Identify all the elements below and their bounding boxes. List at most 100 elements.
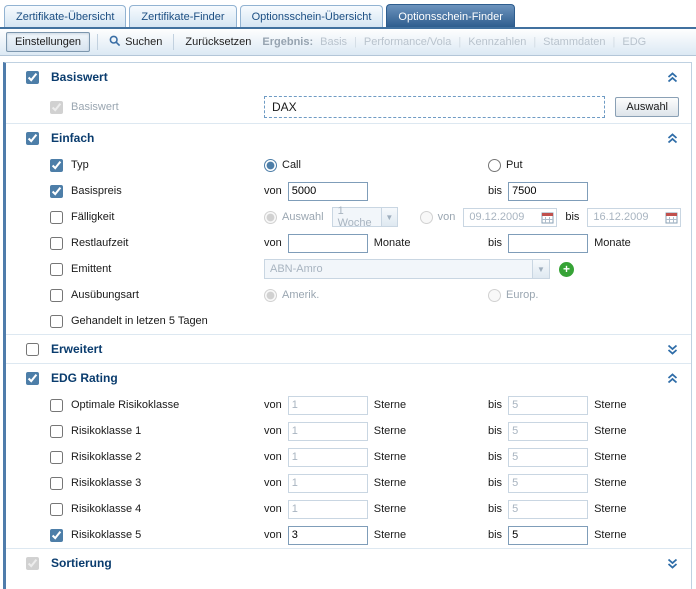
von-radio-label: von <box>438 211 456 223</box>
von-input[interactable] <box>288 396 368 415</box>
expand-down-icon[interactable] <box>666 343 679 356</box>
restlaufzeit-label: Restlaufzeit <box>71 237 128 249</box>
von-label: von <box>264 399 282 411</box>
von-input[interactable] <box>288 500 368 519</box>
collapse-up-icon[interactable] <box>666 132 679 145</box>
basispreis-von-input[interactable] <box>288 182 368 201</box>
basiswert-row: Basiswert DAX Auswahl <box>6 91 691 123</box>
section-einfach: Einfach Typ Call Put <box>6 123 691 334</box>
emittent-checkbox[interactable] <box>50 263 63 276</box>
ausuebungsart-checkbox[interactable] <box>50 289 63 302</box>
bis-label: bis <box>488 503 502 515</box>
woche-select-value: 1 Woche <box>338 205 377 229</box>
emittent-select[interactable]: ABN-Amro ▼ <box>264 259 550 279</box>
bis-input[interactable] <box>508 448 588 467</box>
einfach-section-checkbox[interactable] <box>26 132 39 145</box>
result-link-basis[interactable]: Basis <box>320 36 347 48</box>
woche-select[interactable]: 1 Woche ▼ <box>332 207 398 227</box>
sterne-label: Sterne <box>594 503 626 515</box>
pipe-divider: | <box>533 36 536 48</box>
bis-label: bis <box>565 211 579 223</box>
expand-down-icon[interactable] <box>666 557 679 570</box>
result-link-stammdaten[interactable]: Stammdaten <box>543 36 605 48</box>
row-label: Risikoklasse 2 <box>71 451 141 463</box>
bis-input[interactable] <box>508 422 588 441</box>
tab-zertifikate-uebersicht[interactable]: Zertifikate-Übersicht <box>4 5 126 27</box>
typ-checkbox[interactable] <box>50 159 63 172</box>
erweitert-section-checkbox[interactable] <box>26 343 39 356</box>
tab-optionsschein-finder[interactable]: Optionsschein-Finder <box>386 4 515 27</box>
faelligkeit-row: Fälligkeit Auswahl 1 Woche ▼ von 09.12.2… <box>6 204 691 230</box>
row-label: Risikoklasse 3 <box>71 477 141 489</box>
von-label: von <box>264 237 282 249</box>
basiswert-title: Basiswert <box>51 70 108 84</box>
bis-input[interactable] <box>508 396 588 415</box>
sterne-label: Sterne <box>374 399 406 411</box>
sterne-label: Sterne <box>594 451 626 463</box>
auswahl-button[interactable]: Auswahl <box>615 97 679 117</box>
einstellungen-button[interactable]: Einstellungen <box>6 32 90 52</box>
put-radio[interactable]: Put <box>488 159 523 172</box>
von-label: von <box>264 503 282 515</box>
amerik-radio[interactable]: Amerik. <box>264 289 319 302</box>
basispreis-checkbox[interactable] <box>50 185 63 198</box>
result-link-kennzahlen[interactable]: Kennzahlen <box>468 36 526 48</box>
europ-label: Europ. <box>506 289 538 301</box>
basiswert-section-checkbox[interactable] <box>26 71 39 84</box>
bis-input[interactable] <box>508 474 588 493</box>
von-datum-radio[interactable]: von <box>420 211 456 224</box>
basiswert-header: Basiswert <box>6 63 691 91</box>
collapse-up-icon[interactable] <box>666 71 679 84</box>
von-input[interactable] <box>288 448 368 467</box>
auswahl-radio[interactable]: Auswahl <box>264 211 324 224</box>
tab-optionsschein-uebersicht[interactable]: Optionsschein-Übersicht <box>240 5 384 27</box>
von-input[interactable] <box>288 422 368 441</box>
risikoklasse-2-checkbox[interactable] <box>50 451 63 464</box>
add-emittent-button[interactable]: + <box>559 262 574 277</box>
sterne-label: Sterne <box>374 451 406 463</box>
result-link-performance-vola[interactable]: Performance/Vola <box>364 36 451 48</box>
restlaufzeit-checkbox[interactable] <box>50 237 63 250</box>
zuruecksetzen-button[interactable]: Zurücksetzen <box>181 34 255 50</box>
bis-label: bis <box>488 185 502 197</box>
gehandelt-checkbox[interactable] <box>50 315 63 328</box>
toolbar: Einstellungen Suchen Zurücksetzen Ergebn… <box>0 29 696 56</box>
emittent-select-value: ABN-Amro <box>270 263 323 275</box>
optimale-risikoklasse-checkbox[interactable] <box>50 399 63 412</box>
row-label: Risikoklasse 4 <box>71 503 141 515</box>
edg-rating-section-checkbox[interactable] <box>26 372 39 385</box>
risikoklasse-5-checkbox[interactable] <box>50 529 63 542</box>
calendar-icon <box>541 211 554 224</box>
call-radio[interactable]: Call <box>264 159 301 172</box>
bis-label: bis <box>488 529 502 541</box>
von-input[interactable] <box>288 474 368 493</box>
ergebnis-label: Ergebnis: <box>262 36 313 48</box>
risikoklasse-4-checkbox[interactable] <box>50 503 63 516</box>
bis-label: bis <box>488 237 502 249</box>
section-sortierung: Sortierung <box>6 548 691 577</box>
faelligkeit-checkbox[interactable] <box>50 211 63 224</box>
collapse-up-icon[interactable] <box>666 372 679 385</box>
bis-date-input[interactable]: 16.12.2009 <box>587 208 681 227</box>
basiswert-row-checkbox[interactable] <box>50 101 63 114</box>
bis-input[interactable] <box>508 526 588 545</box>
von-label: von <box>264 451 282 463</box>
result-link-edg[interactable]: EDG <box>622 36 646 48</box>
risikoklasse-5-row: Risikoklasse 5 von Sterne bis Sterne <box>6 522 691 548</box>
tab-zertifikate-finder[interactable]: Zertifikate-Finder <box>129 5 236 27</box>
erweitert-header: Erweitert <box>6 335 691 363</box>
von-input[interactable] <box>288 526 368 545</box>
restlaufzeit-bis-input[interactable] <box>508 234 588 253</box>
sortierung-section-checkbox[interactable] <box>26 557 39 570</box>
restlaufzeit-von-input[interactable] <box>288 234 368 253</box>
basispreis-bis-input[interactable] <box>508 182 588 201</box>
suchen-button[interactable]: Suchen <box>105 33 166 52</box>
von-date-input[interactable]: 09.12.2009 <box>463 208 557 227</box>
risikoklasse-1-checkbox[interactable] <box>50 425 63 438</box>
europ-radio[interactable]: Europ. <box>488 289 538 302</box>
bis-input[interactable] <box>508 500 588 519</box>
basiswert-input[interactable]: DAX <box>264 96 605 118</box>
risikoklasse-3-checkbox[interactable] <box>50 477 63 490</box>
faelligkeit-label: Fälligkeit <box>71 211 114 223</box>
von-label: von <box>264 425 282 437</box>
